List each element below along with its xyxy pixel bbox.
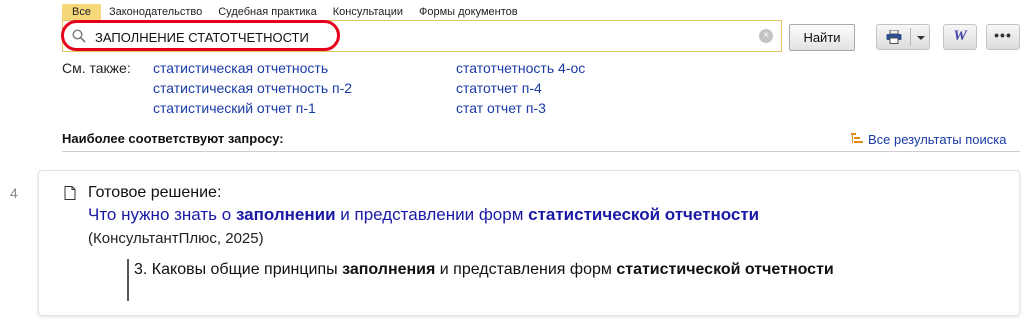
search-scope-tabs: Все Законодательство Судебная практика К… — [62, 4, 526, 20]
search-box: × — [62, 20, 782, 52]
list-tree-icon — [851, 133, 863, 143]
document-icon — [64, 186, 76, 200]
clear-search-icon[interactable]: × — [759, 29, 773, 43]
more-button[interactable]: ••• — [986, 24, 1020, 50]
snippet-highlight: заполнения — [342, 261, 436, 278]
title-highlight: заполнении — [235, 205, 336, 224]
snippet-highlight: статистической отчетности — [616, 261, 834, 278]
snippet-text: и представления форм — [435, 261, 617, 278]
export-word-button[interactable]: W — [943, 24, 977, 50]
see-also-link[interactable]: статистическая отчетность п-2 — [153, 80, 352, 96]
see-also-link[interactable]: стат отчет п-3 — [456, 100, 546, 116]
title-text: и представлении форм — [335, 205, 529, 224]
all-results-label: Все результаты поиска — [868, 132, 1007, 147]
see-also-link[interactable]: статистический отчет п-1 — [153, 100, 316, 116]
print-button[interactable] — [876, 24, 930, 50]
search-icon — [72, 29, 86, 43]
all-results-link[interactable]: Все результаты поиска — [851, 132, 1006, 147]
more-icon: ••• — [994, 27, 1012, 43]
result-type-label: Готовое решение: — [88, 184, 222, 201]
snippet-text: 3. Каковы общие принципы — [134, 261, 343, 278]
see-also-link[interactable]: статотчет п-4 — [456, 80, 542, 96]
chevron-down-icon[interactable] — [917, 36, 925, 40]
result-number: 4 — [10, 185, 18, 201]
tab-court-practice[interactable]: Судебная практика — [210, 4, 324, 20]
divider — [62, 151, 1020, 152]
find-button[interactable]: Найти — [789, 24, 855, 51]
quote-bar — [127, 259, 129, 301]
see-also-link[interactable]: статотчетность 4-ос — [456, 60, 585, 76]
tab-document-forms[interactable]: Формы документов — [411, 4, 526, 20]
button-separator — [910, 28, 911, 46]
result-source: (КонсультантПлюс, 2025) — [88, 230, 264, 247]
tab-all[interactable]: Все — [62, 4, 101, 20]
print-icon — [886, 30, 902, 44]
result-title-link[interactable]: Что нужно знать о заполнении и представл… — [88, 205, 759, 225]
best-match-heading: Наиболее соответствуют запросу: — [62, 131, 284, 146]
result-snippet[interactable]: 3. Каковы общие принципы заполнения и пр… — [134, 259, 894, 281]
see-also-link[interactable]: статистическая отчетность — [153, 60, 328, 76]
search-input[interactable] — [95, 27, 695, 47]
title-text: Что нужно знать о — [88, 205, 236, 224]
word-icon: W — [953, 28, 967, 44]
title-highlight: статистической отчетности — [528, 205, 760, 224]
tab-consultations[interactable]: Консультации — [325, 4, 411, 20]
see-also-label: См. также: — [62, 60, 131, 76]
tab-legislation[interactable]: Законодательство — [101, 4, 210, 20]
